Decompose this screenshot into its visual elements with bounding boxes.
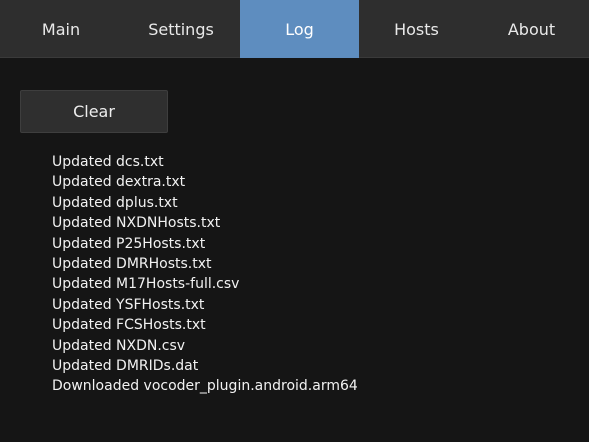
tab-settings[interactable]: Settings [122,0,240,58]
log-line: Updated M17Hosts-full.csv [52,276,240,293]
log-line: Updated NXDNHosts.txt [52,215,221,232]
log-list: Updated dcs.txt Updated dextra.txt Updat… [52,152,358,397]
log-line: Updated P25Hosts.txt [52,235,206,252]
app-window: Main Settings Log Hosts About Clear Upda… [0,0,589,442]
tab-log[interactable]: Log [240,0,359,58]
log-line: Updated DMRIDs.dat [52,358,199,375]
log-line: Updated YSFHosts.txt [52,296,205,313]
log-line: Updated DMRHosts.txt [52,256,212,273]
log-line: Downloaded vocoder_plugin.android.arm64 [52,378,358,395]
tab-bar: Main Settings Log Hosts About [0,0,589,58]
log-line: Updated dcs.txt [52,154,164,170]
clear-button[interactable]: Clear [20,90,168,133]
log-line: Updated FCSHosts.txt [52,317,206,334]
log-line: Updated NXDN.csv [52,337,186,354]
tab-about[interactable]: About [474,0,589,58]
tab-main[interactable]: Main [0,0,122,58]
log-line: Updated dextra.txt [52,174,186,191]
log-line: Updated dplus.txt [52,194,178,211]
tab-hosts[interactable]: Hosts [359,0,474,58]
